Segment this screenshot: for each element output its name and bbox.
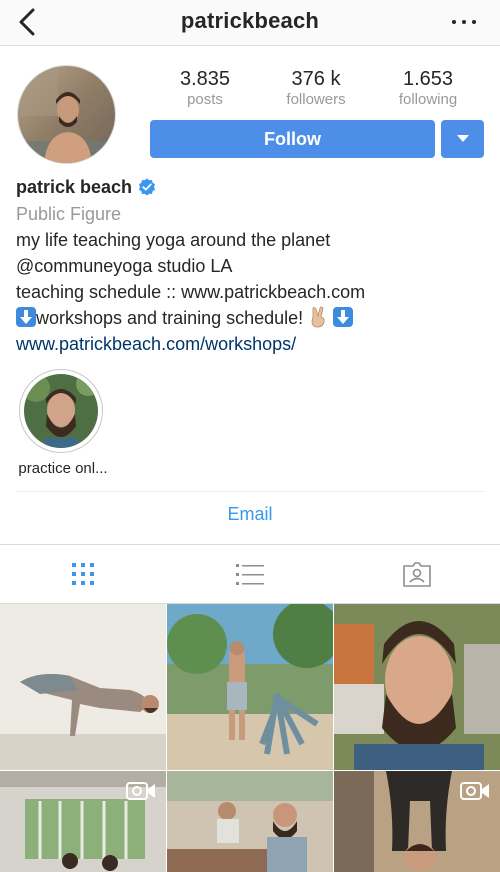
more-options-button[interactable] (452, 14, 476, 30)
down-arrow-emoji-icon (333, 307, 354, 327)
post-image (334, 604, 500, 770)
following-count-value: 1.653 (402, 68, 454, 90)
verified-badge-icon (139, 178, 156, 196)
tab-list[interactable] (167, 545, 334, 603)
followers-count[interactable]: 376 k followers (266, 67, 366, 109)
post-image (167, 604, 333, 770)
divider (16, 491, 486, 492)
story-highlight[interactable] (19, 369, 103, 453)
bio-line-emoji: workshops and training schedule! (16, 305, 486, 331)
avatar-image (18, 66, 115, 163)
victory-hand-emoji-icon (311, 306, 325, 328)
following-count[interactable]: 1.653 following (378, 67, 478, 109)
down-arrow-emoji-icon (16, 307, 36, 327)
post-thumbnail[interactable] (334, 604, 500, 770)
post-image (167, 771, 333, 872)
posts-count-value: 3.835 (179, 68, 231, 90)
profile-avatar[interactable] (17, 65, 116, 164)
bio-line: teaching schedule :: www.patrickbeach.co… (16, 282, 366, 302)
profile-website-link[interactable]: www.patrickbeach.com/workshops/ (16, 331, 486, 357)
posts-count-label: posts (187, 91, 223, 108)
tagged-icon (402, 562, 431, 587)
video-camera-icon (460, 782, 489, 800)
bio-line: @communeyoga studio LA (16, 256, 233, 276)
post-thumbnail[interactable] (0, 604, 166, 770)
dot-icon (452, 20, 456, 24)
dot-icon (462, 20, 466, 24)
follow-button[interactable]: Follow (150, 120, 435, 158)
profile-tabs (0, 545, 500, 603)
tab-tagged[interactable] (333, 545, 500, 603)
page-title: patrickbeach (180, 8, 320, 33)
posts-grid (0, 604, 500, 872)
story-highlight-label: practice onl... (18, 460, 108, 477)
post-thumbnail[interactable] (167, 604, 333, 770)
posts-count: 3.835 posts (155, 67, 255, 109)
following-count-label: following (398, 91, 458, 108)
grid-icon (72, 563, 95, 585)
top-navigation-bar: patrickbeach (0, 0, 500, 46)
post-thumbnail[interactable] (334, 771, 500, 872)
list-icon (236, 564, 264, 585)
followers-count-label: followers (286, 91, 346, 108)
caret-down-icon (456, 135, 469, 142)
email-button[interactable]: Email (0, 504, 500, 525)
tab-grid[interactable] (0, 545, 167, 603)
profile-category: Public Figure (16, 204, 122, 224)
video-camera-icon (126, 782, 155, 800)
suggested-accounts-button[interactable] (441, 120, 484, 158)
bio-line-emoji-text: workshops and training schedule! (36, 308, 304, 328)
profile-bio: patrick beach Public Figure my life teac… (16, 175, 486, 357)
profile-name: patrick beach (16, 176, 133, 197)
post-image (0, 604, 166, 770)
bio-line: my life teaching yoga around the planet (16, 230, 331, 250)
post-thumbnail[interactable] (167, 771, 333, 872)
dot-icon (472, 20, 476, 24)
highlight-cover-image (24, 374, 98, 448)
followers-count-value: 376 k (291, 68, 341, 90)
post-thumbnail[interactable] (0, 771, 166, 872)
